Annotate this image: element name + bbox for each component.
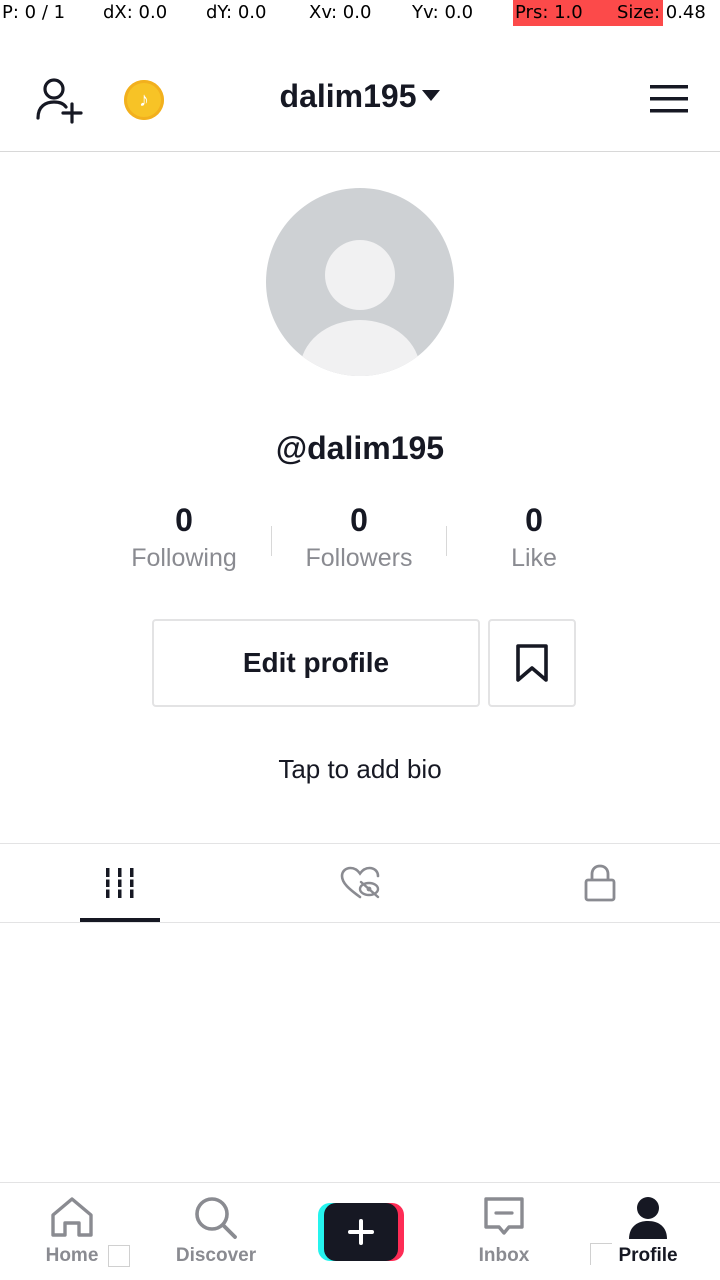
avatar-placeholder-body (300, 320, 420, 376)
bookmark-icon (516, 644, 548, 682)
stat-followers[interactable]: 0 Followers (274, 500, 444, 573)
touch-marker (108, 1245, 130, 1267)
nav-discover-label: Discover (175, 1245, 257, 1266)
nav-discover[interactable]: Discover (144, 1183, 288, 1280)
hamburger-menu-icon[interactable] (648, 82, 692, 116)
debug-dx: dX: 0.0 (103, 2, 168, 23)
stat-divider (446, 526, 447, 556)
stat-following-value: 0 (175, 502, 193, 538)
stat-followers-value: 0 (350, 502, 368, 538)
nav-inbox-label: Inbox (478, 1245, 530, 1266)
debug-size: Size: 0.48 (617, 2, 706, 23)
header-username: dalim195 (279, 78, 417, 114)
liked-hidden-icon (340, 866, 380, 899)
avatar-placeholder-head (325, 240, 395, 310)
debug-pointer: P: 0 / 1 (2, 2, 66, 23)
profile-content-tabs (0, 843, 720, 923)
stat-likes-value: 0 (525, 502, 543, 538)
private-lock-icon (584, 864, 616, 902)
stat-likes[interactable]: 0 Like (449, 500, 619, 573)
nav-profile-label: Profile (618, 1245, 678, 1266)
add-bio-prompt[interactable]: Tap to add bio (0, 754, 720, 785)
create-video-button[interactable] (318, 1203, 404, 1261)
inbox-icon (484, 1197, 524, 1235)
tab-liked[interactable] (240, 844, 480, 922)
stat-divider (271, 526, 272, 556)
favorites-button[interactable] (488, 619, 576, 707)
account-switcher[interactable]: dalim195 (0, 78, 720, 115)
search-icon (195, 1197, 237, 1239)
tab-private[interactable] (480, 844, 720, 922)
debug-dy: dY: 0.0 (206, 2, 267, 23)
home-icon (51, 1197, 93, 1237)
videos-grid-icon (104, 868, 136, 898)
pointer-location-overlay: P: 0 / 1 dX: 0.0 dY: 0.0 Xv: 0.0 Yv: 0.0… (0, 0, 720, 26)
avatar[interactable] (266, 188, 454, 376)
bottom-navigation: Home Discover Inbox Profile (0, 1182, 720, 1280)
profile-icon (629, 1197, 667, 1239)
create-plus-icon (324, 1203, 398, 1261)
stat-followers-label: Followers (305, 544, 413, 572)
debug-xv: Xv: 0.0 (309, 2, 372, 23)
nav-inbox[interactable]: Inbox (432, 1183, 576, 1280)
stat-likes-label: Like (511, 544, 557, 572)
stat-following-label: Following (131, 544, 237, 572)
edit-profile-button[interactable]: Edit profile (152, 619, 480, 707)
stat-following[interactable]: 0 Following (99, 500, 269, 573)
chevron-down-icon (422, 90, 441, 102)
profile-handle: @dalim195 (275, 430, 445, 466)
profile-header: ♪ dalim195 (0, 26, 720, 152)
active-tab-indicator (80, 918, 160, 922)
profile-stats: 0 Following 0 Followers 0 Like (0, 500, 720, 590)
debug-yv: Yv: 0.0 (412, 2, 474, 23)
tab-videos[interactable] (0, 844, 240, 922)
debug-prs: Prs: 1.0 (515, 2, 583, 23)
nav-profile[interactable]: Profile (576, 1183, 720, 1280)
